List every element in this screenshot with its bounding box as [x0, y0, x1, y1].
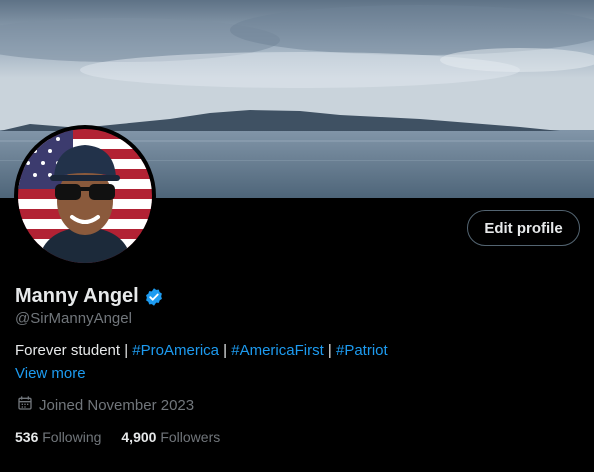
- followers-label: Followers: [160, 429, 221, 445]
- view-more-link[interactable]: View more: [15, 365, 86, 382]
- edit-profile-button[interactable]: Edit profile: [467, 210, 580, 246]
- following-label: Following: [42, 429, 102, 445]
- follow-stats: 536 Following 4,900 Followers: [15, 429, 220, 445]
- calendar-icon: [17, 395, 33, 415]
- following-count: 536: [15, 429, 39, 445]
- followers-link[interactable]: 4,900 Followers: [121, 429, 220, 445]
- avatar-image: [18, 129, 152, 263]
- avatar[interactable]: [14, 125, 156, 267]
- profile-name-row: Manny Angel: [15, 285, 164, 308]
- bio-separator: |: [323, 342, 336, 359]
- joined-text: Joined November 2023: [39, 396, 195, 414]
- hashtag-link-patriot[interactable]: #Patriot: [336, 342, 388, 359]
- hashtag-link-americafirst[interactable]: #AmericaFirst: [231, 342, 324, 359]
- following-link[interactable]: 536 Following: [15, 429, 101, 445]
- profile-handle: @SirMannyAngel: [15, 310, 132, 327]
- profile-bio: Forever student | #ProAmerica | #America…: [15, 342, 388, 359]
- bio-separator: |: [219, 342, 232, 359]
- bio-text: Forever student |: [15, 342, 133, 359]
- followers-count: 4,900: [121, 429, 157, 445]
- joined-date: Joined November 2023: [17, 395, 194, 415]
- verified-badge-icon[interactable]: [144, 287, 164, 307]
- profile-name: Manny Angel: [15, 285, 139, 307]
- hashtag-link-proamerica[interactable]: #ProAmerica: [132, 342, 219, 359]
